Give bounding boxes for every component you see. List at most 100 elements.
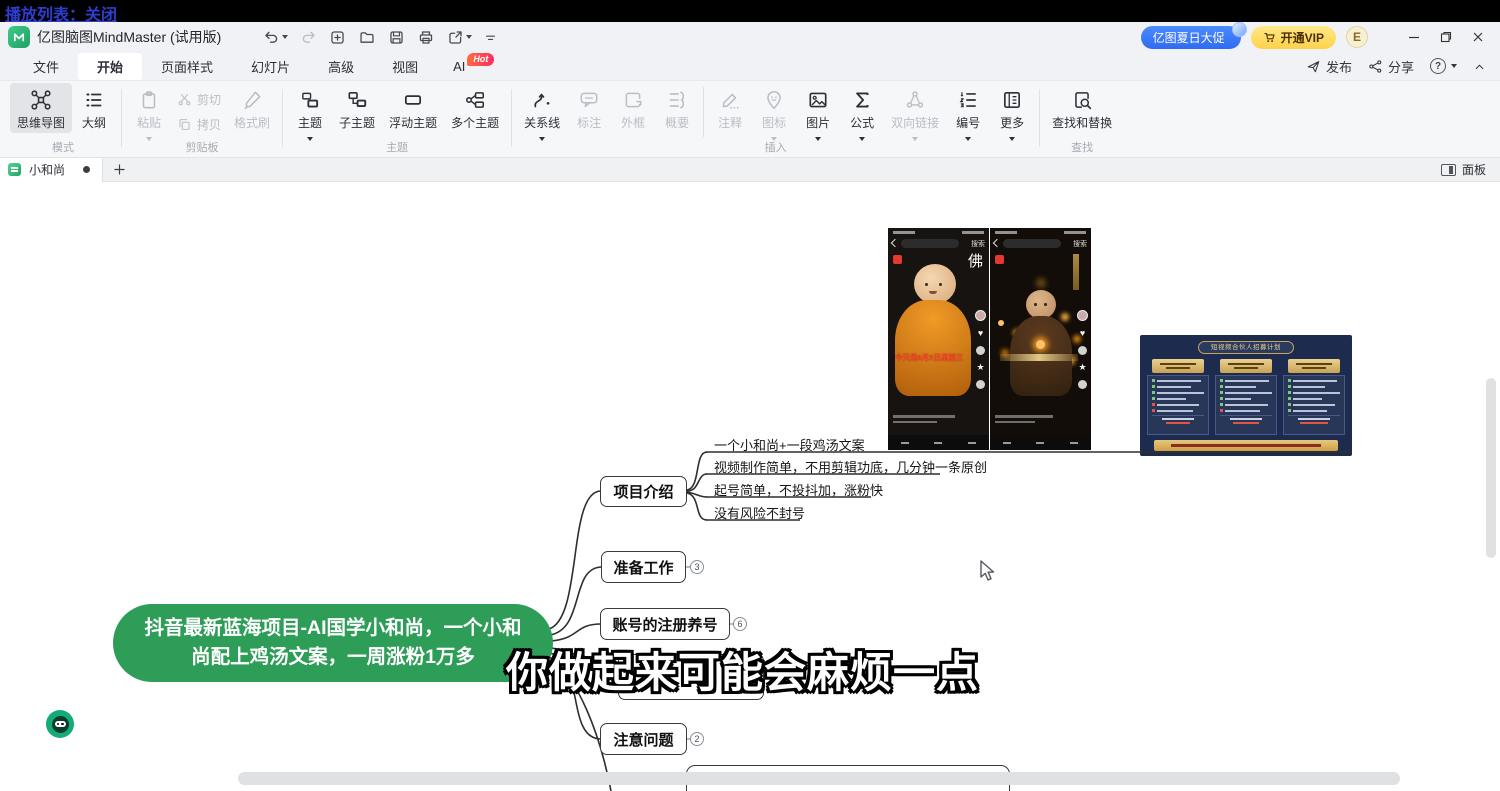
ribbon-subdivider bbox=[703, 87, 704, 137]
share-button[interactable]: 分享 bbox=[1368, 57, 1414, 76]
formula-button[interactable]: 公式 bbox=[840, 83, 884, 146]
subtopic-text[interactable]: 起号简单，不投抖加，涨粉快 bbox=[714, 480, 883, 499]
mindmap-icon bbox=[30, 89, 52, 111]
relationship-line-icon bbox=[531, 89, 553, 111]
horizontal-scrollbar[interactable] bbox=[238, 772, 1400, 785]
minimize-button[interactable] bbox=[1400, 25, 1428, 49]
titlebar-right: 亿图夏日大促 开通VIP E bbox=[1141, 25, 1492, 49]
image-button[interactable]: 图片 bbox=[796, 83, 840, 146]
ribbon-group-topic: 主题 子主题 浮动主题 多个主题 主题 bbox=[288, 83, 506, 157]
video-subtitle-overlay: 你做起来可能会麻烦一点 bbox=[506, 639, 979, 700]
redo-button bbox=[300, 29, 317, 46]
formula-sigma-icon bbox=[851, 89, 873, 111]
print-button[interactable] bbox=[417, 29, 435, 46]
ai-assistant-button[interactable] bbox=[46, 710, 74, 738]
collapsed-count-badge[interactable]: 3 bbox=[690, 560, 704, 574]
menu-view[interactable]: 视图 bbox=[373, 53, 437, 80]
publish-label: 发布 bbox=[1326, 57, 1352, 76]
numbering-button[interactable]: 编号 bbox=[946, 83, 990, 146]
collapse-ribbon-button[interactable] bbox=[1473, 60, 1486, 73]
undo-button[interactable] bbox=[263, 29, 288, 46]
relationship-line-label: 关系线 bbox=[524, 114, 560, 131]
publish-button[interactable]: 发布 bbox=[1306, 57, 1352, 76]
comment-button: 注释 bbox=[708, 83, 752, 133]
ribbon-divider bbox=[1039, 89, 1040, 147]
quick-access-toolbar bbox=[263, 29, 497, 46]
collapsed-count-badge[interactable]: 6 bbox=[733, 617, 747, 631]
robot-face-icon bbox=[52, 716, 69, 733]
mindmaster-window: 播放列表：关闭 亿图脑图MindMaster (试用版) bbox=[0, 0, 1500, 791]
subtopic-text[interactable]: 没有风险不封号 bbox=[714, 503, 805, 522]
document-tab[interactable]: 小和尚 bbox=[0, 158, 103, 182]
topic-node-account-registration[interactable]: 账号的注册养号 bbox=[600, 608, 730, 640]
summary-label: 概要 bbox=[665, 114, 689, 131]
paste-label: 粘贴 bbox=[137, 114, 161, 131]
group-label-clipboard: 剪贴板 bbox=[127, 141, 277, 157]
export-button[interactable] bbox=[447, 29, 472, 46]
hot-badge: Hot bbox=[467, 53, 494, 66]
mindmap-mode-button[interactable]: 思维导图 bbox=[10, 83, 72, 133]
vertical-scrollbar[interactable] bbox=[1486, 378, 1496, 558]
topic-node-project-intro[interactable]: 项目介绍 bbox=[600, 476, 687, 507]
customize-icon bbox=[484, 31, 497, 44]
summary-icon bbox=[666, 89, 688, 111]
mindmap-canvas[interactable]: 搜索 佛 今天是8月2日星期三 ♥ ★ bbox=[0, 182, 1500, 791]
close-button[interactable] bbox=[1464, 25, 1492, 49]
floating-topic-button[interactable]: 浮动主题 bbox=[382, 83, 444, 133]
export-icon bbox=[447, 29, 464, 46]
new-tab-button[interactable] bbox=[113, 163, 126, 176]
collapsed-count-badge[interactable]: 2 bbox=[690, 732, 704, 746]
multiple-topics-button[interactable]: 多个主题 bbox=[444, 83, 506, 133]
maximize-button[interactable] bbox=[1432, 25, 1460, 49]
panel-toggle-button[interactable]: 面板 bbox=[1441, 161, 1500, 178]
menu-slides[interactable]: 幻灯片 bbox=[232, 53, 309, 80]
publish-icon bbox=[1306, 59, 1321, 74]
help-button[interactable]: ? bbox=[1430, 58, 1457, 74]
ribbon-divider bbox=[282, 89, 283, 147]
mouse-cursor bbox=[977, 559, 999, 583]
format-painter-button: 格式刷 bbox=[227, 83, 277, 133]
account-avatar[interactable]: E bbox=[1346, 26, 1368, 48]
more-insert-button[interactable]: 更多 bbox=[990, 83, 1034, 146]
root-topic-node[interactable]: 抖音最新蓝海项目-AI国学小和尚，一个小和尚配上鸡汤文案，一周涨粉1万多 bbox=[113, 604, 553, 682]
topic-button[interactable]: 主题 bbox=[288, 83, 332, 146]
titlebar: 亿图脑图MindMaster (试用版) bbox=[0, 22, 1500, 52]
relationship-line-button[interactable]: 关系线 bbox=[517, 83, 567, 146]
bidirectional-link-button: 双向链接 bbox=[884, 83, 946, 146]
format-painter-icon bbox=[241, 89, 263, 111]
ribbon-divider bbox=[511, 89, 512, 147]
subtopic-text[interactable]: 一个小和尚+一段鸡汤文案 bbox=[714, 435, 865, 454]
topic-node-preparation[interactable]: 准备工作 bbox=[601, 551, 686, 583]
undo-icon bbox=[263, 29, 280, 46]
outline-mode-button[interactable]: 大纲 bbox=[72, 83, 116, 133]
menu-home[interactable]: 开始 bbox=[78, 53, 142, 80]
panel-icon bbox=[1441, 164, 1456, 176]
customize-quickbar-button[interactable] bbox=[484, 31, 497, 44]
unsaved-indicator-dot bbox=[83, 166, 90, 173]
numbering-icon bbox=[957, 89, 979, 111]
image-icon bbox=[807, 89, 829, 111]
help-caret bbox=[1451, 64, 1457, 71]
topic-node-attention-issues[interactable]: 注意问题 bbox=[600, 723, 687, 755]
subtopic-label: 子主题 bbox=[339, 114, 375, 131]
vip-label: 开通VIP bbox=[1281, 29, 1324, 46]
ribbon-group-insert: 关系线 标注 外框 概要 注释 bbox=[517, 83, 1034, 157]
subtopic-text[interactable]: 视频制作简单，不用剪辑功底，几分钟一条原创 bbox=[714, 457, 987, 476]
menu-file[interactable]: 文件 bbox=[14, 53, 78, 80]
numbering-label: 编号 bbox=[956, 114, 980, 131]
ribbon-group-clipboard: 粘贴 剪切 拷贝 格式刷 剪贴板 bbox=[127, 83, 277, 157]
menu-advanced[interactable]: 高级 bbox=[309, 53, 373, 80]
new-file-button[interactable] bbox=[329, 29, 346, 46]
open-file-button[interactable] bbox=[358, 29, 376, 46]
formula-label: 公式 bbox=[850, 114, 874, 131]
open-vip-button[interactable]: 开通VIP bbox=[1251, 26, 1336, 49]
menu-ai[interactable]: AI Hot bbox=[437, 55, 500, 78]
subtopic-button[interactable]: 子主题 bbox=[332, 83, 382, 133]
more-panel-icon bbox=[1001, 89, 1023, 111]
save-button[interactable] bbox=[388, 29, 405, 46]
multiple-topics-label: 多个主题 bbox=[451, 114, 499, 131]
summer-promo-button[interactable]: 亿图夏日大促 bbox=[1141, 26, 1241, 49]
menu-page-style[interactable]: 页面样式 bbox=[142, 53, 232, 80]
find-replace-button[interactable]: 查找和替换 bbox=[1045, 83, 1119, 133]
menu-ai-label: AI bbox=[453, 59, 465, 74]
